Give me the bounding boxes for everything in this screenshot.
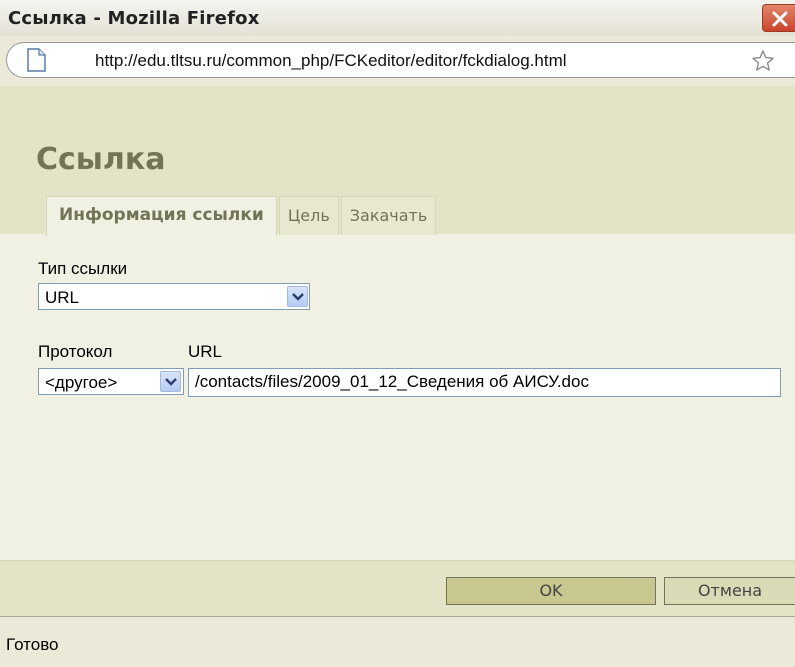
url-label: URL: [188, 342, 223, 361]
status-text: Готово: [6, 635, 59, 654]
tab-link-info[interactable]: Информация ссылки: [46, 196, 277, 236]
close-button[interactable]: [762, 4, 795, 32]
tab-bar: Информация ссылки Цель Закачать: [46, 196, 438, 236]
dialog-footer: OK Отмена: [0, 560, 795, 617]
link-type-value: URL: [45, 288, 80, 307]
protocol-label: Протокол: [38, 342, 113, 361]
ok-button[interactable]: OK: [446, 577, 656, 605]
link-type-select[interactable]: URL: [38, 283, 310, 310]
address-bar-row: http://edu.tltsu.ru/common_php/FCKeditor…: [0, 36, 795, 86]
close-icon: [772, 11, 788, 27]
address-bar[interactable]: http://edu.tltsu.ru/common_php/FCKeditor…: [6, 42, 795, 78]
dialog-header: Ссылка Информация ссылки Цель Закачать: [0, 86, 795, 236]
firefox-window: Ссылка - Mozilla Firefox http://edu.tlts…: [0, 0, 795, 667]
cancel-button[interactable]: Отмена: [664, 577, 795, 605]
page-icon: [27, 48, 46, 72]
protocol-value: <другое>: [45, 373, 118, 392]
protocol-select[interactable]: <другое>: [38, 368, 184, 395]
url-input[interactable]: /contacts/files/2009_01_12_Сведения об А…: [188, 368, 781, 397]
chevron-down-icon: [165, 378, 177, 386]
status-bar: Готово: [0, 616, 795, 667]
link-dialog: Ссылка Информация ссылки Цель Закачать Т…: [0, 86, 795, 617]
tab-target[interactable]: Цель: [278, 196, 339, 235]
protocol-dropdown-button[interactable]: [160, 371, 181, 392]
title-bar[interactable]: Ссылка - Mozilla Firefox: [0, 0, 795, 37]
dialog-title: Ссылка: [36, 142, 166, 177]
link-type-label: Тип ссылки: [38, 259, 128, 278]
bookmark-star-icon[interactable]: [751, 49, 775, 73]
url-text: http://edu.tltsu.ru/common_php/FCKeditor…: [95, 51, 567, 70]
tab-upload[interactable]: Закачать: [340, 196, 437, 235]
link-type-dropdown-button[interactable]: [287, 286, 308, 307]
window-title: Ссылка - Mozilla Firefox: [8, 8, 260, 29]
chevron-down-icon: [292, 293, 304, 301]
